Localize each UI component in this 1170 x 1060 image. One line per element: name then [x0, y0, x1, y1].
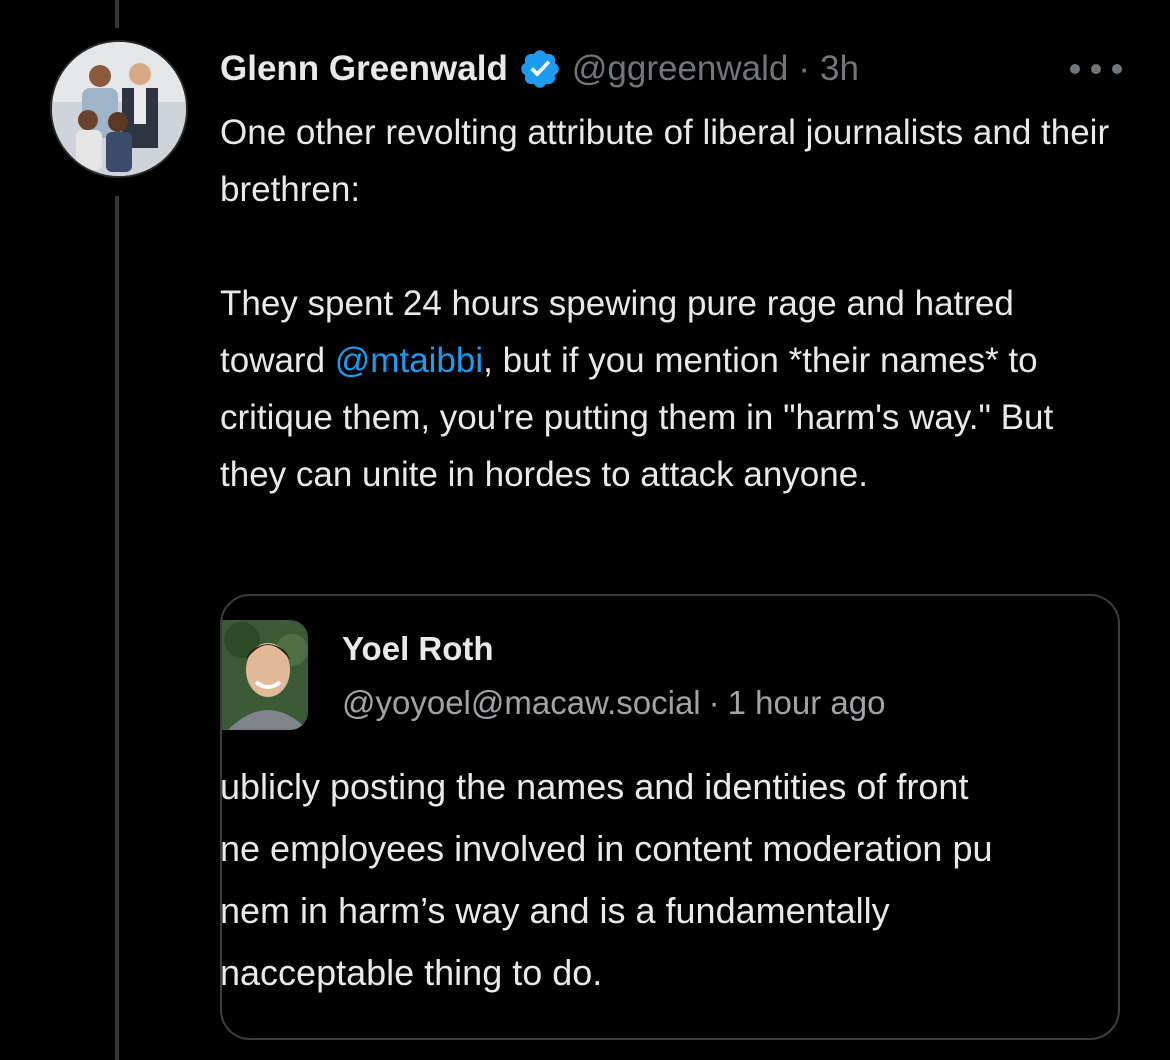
more-dot [1091, 64, 1101, 74]
mention-link[interactable]: @mtaibbi [335, 341, 483, 380]
thread-connector [115, 196, 119, 1060]
meta-separator: · [798, 49, 811, 88]
author-avatar[interactable] [50, 40, 188, 178]
quoted-text-line: ublicly posting the names and identities… [220, 766, 969, 807]
quoted-author-name: Yoel Roth [342, 630, 494, 667]
quoted-post-time: 1 hour ago [727, 684, 886, 721]
author-handle[interactable]: @ggreenwald [572, 49, 789, 89]
quoted-text-line: nem in harm’s way and is a fundamentally [220, 890, 890, 931]
tweet-header: Glenn Greenwald @ggreenwald · 3h [220, 44, 859, 94]
tweet-paragraph-2: They spent 24 hours spewing pure rage an… [220, 275, 1110, 503]
more-dot [1112, 64, 1122, 74]
quoted-author-meta: @yoyoel@macaw.social · 1 hour ago [342, 684, 885, 722]
verified-badge-icon [518, 47, 562, 91]
author-display-name[interactable]: Glenn Greenwald [220, 49, 508, 89]
quoted-text-line: nacceptable thing to do. [220, 952, 603, 993]
more-options-icon[interactable] [1070, 54, 1122, 84]
quoted-author-handle: @yoyoel@macaw.social [342, 684, 701, 721]
tweet-paragraph-1: One other revolting attribute of liberal… [220, 113, 1110, 209]
tweet-timestamp[interactable]: 3h [820, 49, 859, 89]
quoted-text-line: ne employees involved in content moderat… [220, 828, 993, 869]
thread-connector-top [115, 0, 119, 28]
author-avatar-image [52, 42, 186, 176]
quoted-author-avatar [222, 620, 308, 730]
quoted-post-card[interactable]: Yoel Roth @yoyoel@macaw.social · 1 hour ag… [220, 594, 1120, 1040]
more-dot [1070, 64, 1080, 74]
quoted-post-text: ublicly posting the names and identities… [220, 756, 1118, 1004]
meta-separator: · [708, 684, 720, 721]
tweet-text: One other revolting attribute of liberal… [220, 104, 1110, 503]
